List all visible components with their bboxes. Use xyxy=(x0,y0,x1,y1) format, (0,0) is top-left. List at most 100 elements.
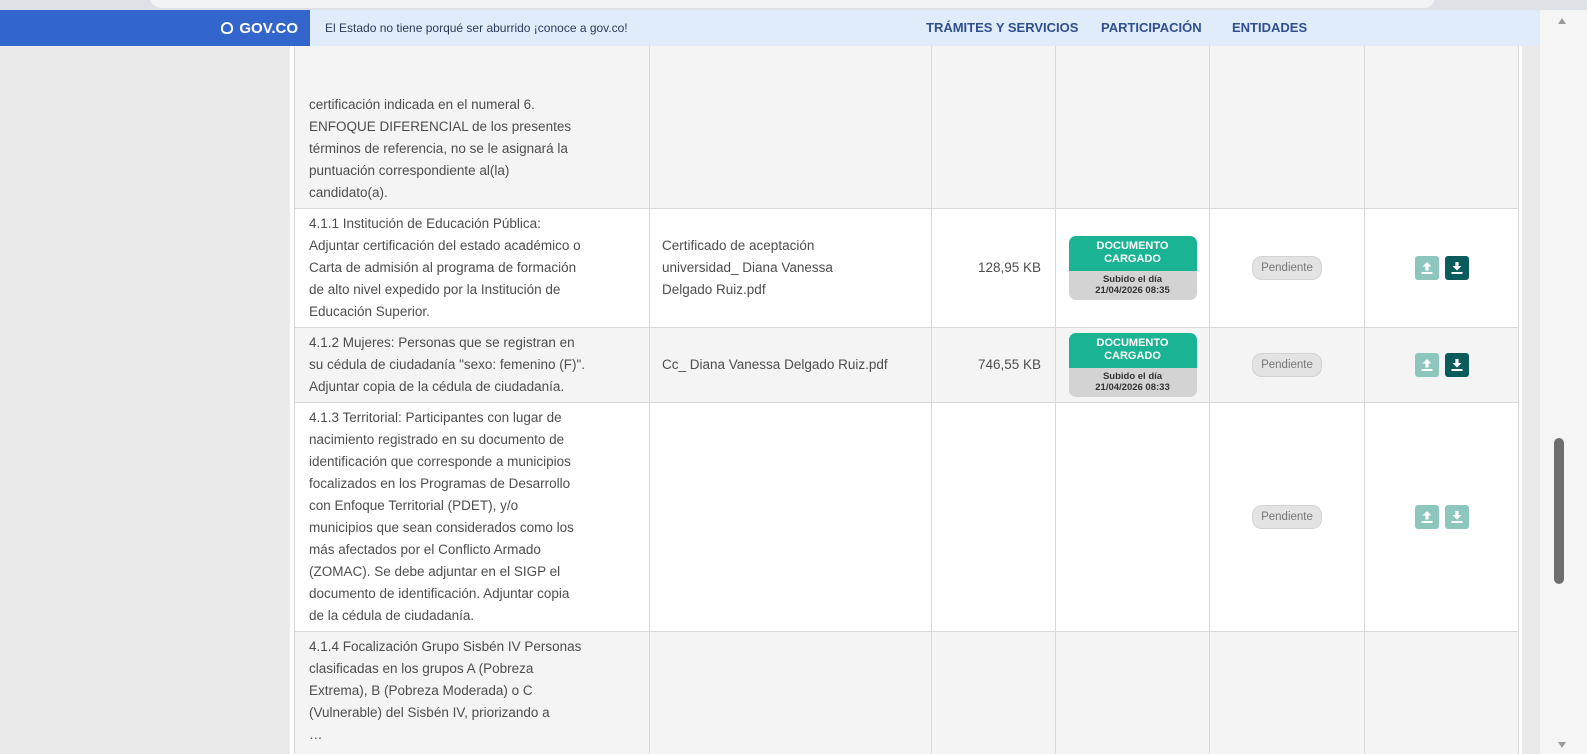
upload-status-cell: DOCUMENTO CARGADO Subido el día 21/04/2026… xyxy=(1055,208,1210,328)
review-status-cell: Pendiente xyxy=(1209,402,1365,632)
text-line: 4.1.3 Territorial: Participantes con lug… xyxy=(309,410,562,425)
address-bar[interactable] xyxy=(150,0,1435,8)
actions-cell xyxy=(1364,208,1519,328)
text-line: su cédula de ciudadanía "sexo: femenino … xyxy=(309,357,585,372)
text-line: Carta de admisión al programa de formaci… xyxy=(309,260,577,275)
file-size-cell xyxy=(931,402,1056,632)
download-button[interactable] xyxy=(1444,505,1469,529)
text-line: con Enfoque Territorial (PDET), y/o xyxy=(309,498,519,513)
upload-icon xyxy=(1421,359,1432,371)
requirement-cell: 4.1.2 Mujeres: Personas que se registran… xyxy=(294,327,650,403)
scroll-up-arrow-icon[interactable] xyxy=(1558,18,1566,24)
table-row: certificación indicada en el numeral 6. E… xyxy=(294,46,1519,209)
file-name-cell xyxy=(649,46,932,209)
actions-cell xyxy=(1364,46,1519,209)
document-loaded-badge: DOCUMENTO CARGADO Subido el día 21/04/2026… xyxy=(1068,333,1197,397)
table-row: 4.1.2 Mujeres: Personas que se registran… xyxy=(294,327,1519,403)
text-line: Adjuntar certificación del estado académ… xyxy=(309,238,581,253)
text-line: de la cédula de ciudadanía. xyxy=(309,608,475,623)
page-right-margin xyxy=(1522,46,1540,754)
text-line: documento de identificación. Adjuntar co… xyxy=(309,586,570,601)
uploaded-timestamp: Subido el día 21/04/2026 08:33 xyxy=(1068,368,1197,397)
text-line: candidato(a). xyxy=(309,185,388,200)
text-line: Certificado de aceptación xyxy=(662,238,815,253)
uploaded-date: 21/04/2026 08:33 xyxy=(1095,382,1170,393)
file-name-cell: Certificado de aceptación universidad_ Di… xyxy=(649,208,932,328)
text-line: términos de referencia, no se le asignar… xyxy=(309,141,568,156)
menu-entidades[interactable]: ENTIDADES xyxy=(1232,20,1307,35)
scroll-down-arrow-icon[interactable] xyxy=(1558,742,1566,748)
document-loaded-badge: DOCUMENTO CARGADO Subido el día 21/04/2026… xyxy=(1068,236,1197,300)
text-line: 4.1.2 Mujeres: Personas que se registran… xyxy=(309,335,575,350)
documents-panel: certificación indicada en el numeral 6. E… xyxy=(290,46,1522,754)
file-size-cell xyxy=(931,631,1056,754)
file-size-cell: 746,55 KB xyxy=(931,327,1056,403)
upload-button[interactable] xyxy=(1414,256,1439,280)
table-row: 4.1.3 Territorial: Participantes con lug… xyxy=(294,402,1519,632)
uploaded-timestamp: Subido el día 21/04/2026 08:35 xyxy=(1068,271,1197,300)
review-status-badge: Pendiente xyxy=(1252,353,1322,377)
uploaded-label: Subido el día xyxy=(1102,371,1163,382)
gov-co-logo-icon xyxy=(221,22,234,34)
text-line: (Vulnerable) del Sisbén IV, priorizando … xyxy=(309,705,550,720)
upload-status-cell: DOCUMENTO CARGADO Subido el día 21/04/2026… xyxy=(1055,327,1210,403)
file-size-value: 746,55 KB xyxy=(977,357,1041,372)
text-line: Cc_ Diana Vanessa Delgado Ruiz.pdf xyxy=(662,357,888,372)
text-line: nacimiento registrado en su documento de xyxy=(309,432,565,447)
text-line: … xyxy=(309,727,323,742)
file-name-cell xyxy=(649,402,932,632)
table-row: 4.1.1 Institución de Educación Pública: A… xyxy=(294,208,1519,328)
gov-co-logo[interactable]: GOV.CO xyxy=(0,10,310,46)
upload-button[interactable] xyxy=(1414,353,1439,377)
requirement-cell: 4.1.3 Territorial: Participantes con lug… xyxy=(294,402,650,632)
document-loaded-label: DOCUMENTO CARGADO xyxy=(1068,236,1197,271)
download-icon xyxy=(1451,262,1462,274)
document-loaded-label: DOCUMENTO CARGADO xyxy=(1068,333,1197,368)
file-size-cell: 128,95 KB xyxy=(931,208,1056,328)
menu-tramites-y-servicios[interactable]: TRÁMITES Y SERVICIOS xyxy=(926,20,1078,35)
review-status-cell: Pendiente xyxy=(1209,208,1365,328)
upload-status-cell xyxy=(1055,631,1210,754)
review-status-badge: Pendiente xyxy=(1252,256,1322,280)
text-line: focalizados en los Programas de Desarrol… xyxy=(309,476,571,491)
gov-co-logo-text: GOV.CO xyxy=(239,19,298,37)
gov-co-slogan[interactable]: El Estado no tiene porqué ser aburrido ¡… xyxy=(325,21,628,35)
download-icon xyxy=(1451,511,1462,523)
actions-cell xyxy=(1364,327,1519,403)
review-status-cell xyxy=(1209,631,1365,754)
gov-co-top-bar: GOV.CO El Estado no tiene porqué ser abu… xyxy=(0,10,1540,46)
text-line: más afectados por el Conflicto Armado xyxy=(309,542,541,557)
text-line: clasificadas en los grupos A (Pobreza xyxy=(309,661,534,676)
page-scrollbar[interactable] xyxy=(1540,10,1587,754)
upload-icon xyxy=(1421,511,1432,523)
text-line: 4.1.4 Focalización Grupo Sisbén IV Perso… xyxy=(309,639,582,654)
download-icon xyxy=(1451,359,1462,371)
table-row: 4.1.4 Focalización Grupo Sisbén IV Perso… xyxy=(294,631,1519,754)
file-size-cell xyxy=(931,46,1056,209)
upload-button[interactable] xyxy=(1414,505,1439,529)
review-status-cell: Pendiente xyxy=(1209,327,1365,403)
documents-table: certificación indicada en el numeral 6. E… xyxy=(294,46,1519,754)
upload-icon xyxy=(1421,262,1432,274)
text-line: Extrema), B (Pobreza Moderada) o C xyxy=(309,683,533,698)
menu-participacion[interactable]: PARTICIPACIÓN xyxy=(1101,20,1202,35)
text-line: ENFOQUE DIFERENCIAL de los presentes xyxy=(309,119,572,134)
file-name-cell: Cc_ Diana Vanessa Delgado Ruiz.pdf xyxy=(649,327,932,403)
text-line: Delgado Ruiz.pdf xyxy=(662,282,766,297)
uploaded-label: Subido el día xyxy=(1102,274,1163,285)
requirement-cell: 4.1.1 Institución de Educación Pública: A… xyxy=(294,208,650,328)
text-line: puntuación correspondiente al(la) xyxy=(309,163,510,178)
download-button[interactable] xyxy=(1444,353,1469,377)
text-line: municipios que sean considerados como lo… xyxy=(309,520,574,535)
file-name-cell xyxy=(649,631,932,754)
review-status-badge: Pendiente xyxy=(1252,505,1322,529)
text-line: 4.1.1 Institución de Educación Pública: xyxy=(309,216,541,231)
scrollbar-thumb[interactable] xyxy=(1554,438,1564,584)
requirement-cell: certificación indicada en el numeral 6. E… xyxy=(294,46,650,209)
actions-cell xyxy=(1364,402,1519,632)
review-status-cell xyxy=(1209,46,1365,209)
text-line: certificación indicada en el numeral 6. xyxy=(309,97,535,112)
requirement-cell: 4.1.4 Focalización Grupo Sisbén IV Perso… xyxy=(294,631,650,754)
download-button[interactable] xyxy=(1444,256,1469,280)
text-line: universidad_ Diana Vanessa xyxy=(662,260,833,275)
